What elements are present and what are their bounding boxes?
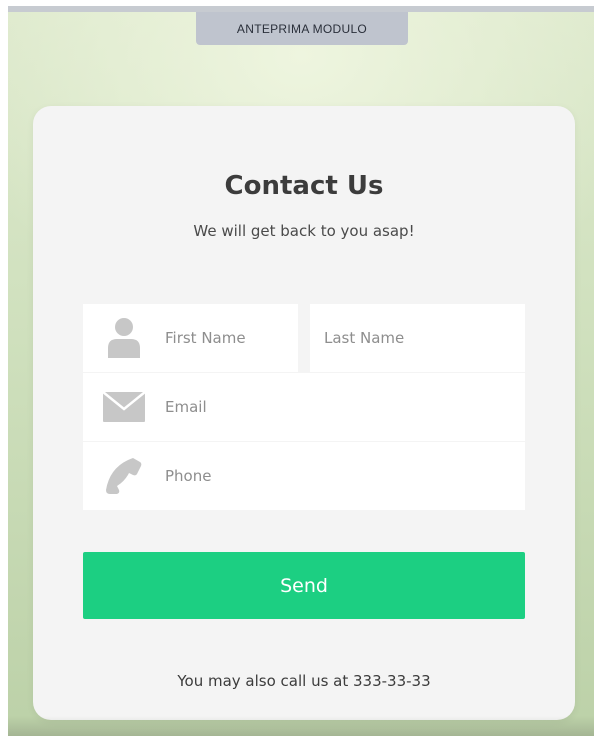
page-subtitle: We will get back to you asap!	[193, 222, 415, 240]
phone-input[interactable]	[165, 467, 525, 485]
last-name-field-wrapper	[310, 304, 525, 372]
last-name-input[interactable]	[310, 329, 525, 347]
email-input[interactable]	[165, 398, 525, 416]
first-name-field-wrapper	[83, 304, 298, 372]
call-us-note: You may also call us at 333-33-33	[177, 672, 431, 690]
phone-field-wrapper	[83, 442, 525, 510]
page-title: Contact Us	[224, 171, 384, 201]
send-button[interactable]: Send	[83, 552, 525, 619]
first-name-input[interactable]	[165, 329, 298, 347]
phone-icon	[83, 456, 165, 496]
contact-form	[83, 304, 525, 511]
name-row	[83, 304, 525, 372]
email-field-wrapper	[83, 373, 525, 441]
contact-card: Contact Us We will get back to you asap!	[33, 106, 575, 720]
envelope-icon	[83, 392, 165, 422]
preview-tab[interactable]: ANTEPRIMA MODULO	[196, 12, 408, 45]
preview-frame: ANTEPRIMA MODULO Contact Us We will get …	[8, 6, 594, 736]
person-icon	[83, 318, 165, 358]
